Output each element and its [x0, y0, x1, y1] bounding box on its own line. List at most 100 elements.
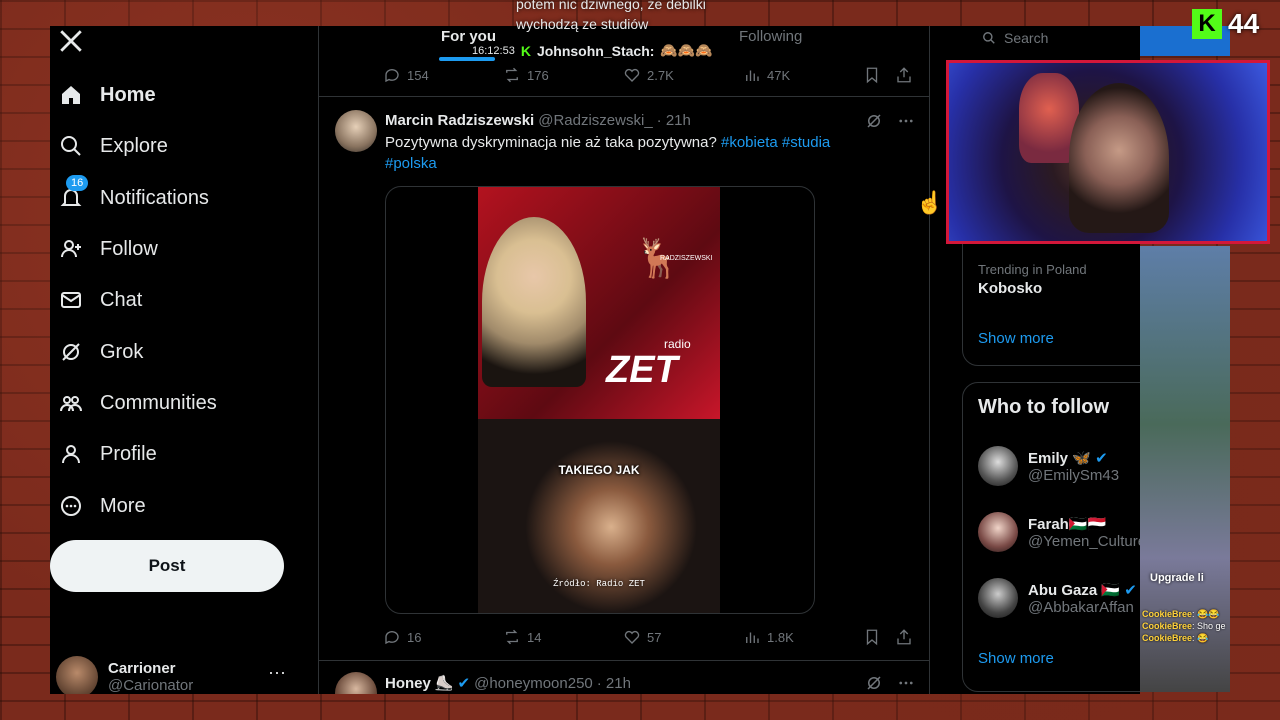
tweet-header: Honey ⛸️ ✔ @honeymoon250 · 21h: [385, 674, 631, 693]
retweet-count: 14: [527, 629, 542, 645]
search-icon: [983, 32, 995, 44]
divider: [319, 660, 929, 661]
sidebar-item-label: Explore: [100, 134, 168, 157]
reply-button[interactable]: 154: [383, 66, 503, 84]
sidebar-item-label: Profile: [100, 442, 157, 465]
name-emoji: 🦋: [1072, 449, 1091, 467]
more-options-icon[interactable]: [897, 674, 915, 692]
sidebar-item-home[interactable]: Home: [50, 73, 290, 117]
sidebar-item-explore[interactable]: Explore: [50, 124, 290, 168]
reply-icon: [385, 69, 399, 83]
reply-button[interactable]: 16: [383, 628, 503, 646]
sidebar-item-communities[interactable]: Communities: [50, 381, 290, 425]
sidebar-item-profile[interactable]: Profile: [50, 432, 290, 476]
tweet-time[interactable]: · 21h: [657, 112, 691, 129]
tweet-time[interactable]: · 21h: [597, 675, 631, 692]
kick-badge-icon: K: [520, 42, 531, 59]
sidebar-item-follow[interactable]: Follow: [50, 227, 290, 271]
share-icon[interactable]: [895, 628, 913, 646]
show-more-link[interactable]: Show more: [978, 650, 1054, 667]
share-icon[interactable]: [895, 66, 913, 84]
x-logo-icon[interactable]: [58, 28, 84, 54]
retweet-count: 176: [527, 67, 549, 83]
grok-icon: [58, 339, 84, 365]
bookmark-icon[interactable]: [863, 628, 881, 646]
viewer-count: 44: [1228, 8, 1260, 39]
more-options-icon[interactable]: [897, 112, 915, 130]
grok-icon[interactable]: [865, 112, 883, 130]
sidebar-item-label: Grok: [100, 340, 144, 363]
suggestion-handle: @EmilySm43: [1028, 466, 1120, 484]
follow-suggestion[interactable]: Abu Gaza 🇵🇸 ✔ @AbbakarAffan: [978, 576, 1140, 620]
sidebar-item-notifications[interactable]: 16 Notifications: [50, 175, 290, 220]
chat-message: 🙈🙈🙈: [660, 42, 713, 58]
heart-icon: [624, 630, 640, 644]
trend-name[interactable]: Kobosko: [978, 280, 1042, 297]
station-logo: ZET: [606, 349, 678, 391]
verified-badge-icon: ✔: [457, 675, 471, 692]
follow-suggestion[interactable]: Emily 🦋 ✔ @EmilySm43: [978, 444, 1140, 488]
hashtag-link[interactable]: #polska: [385, 155, 437, 172]
author-handle[interactable]: @Radziszewski_: [538, 112, 652, 129]
game-label: Upgrade li: [1150, 572, 1204, 584]
retweet-icon: [506, 67, 518, 83]
sidebar-item-more[interactable]: More: [50, 484, 290, 528]
notification-badge: 16: [66, 175, 89, 191]
account-switcher[interactable]: Carrioner @Carionator ···: [56, 652, 296, 694]
name-emoji: 🇵🇸: [1101, 581, 1121, 599]
sidebar-item-label: More: [100, 494, 146, 517]
trend-category: Trending in Poland: [978, 262, 1087, 277]
more-options-icon[interactable]: ···: [268, 662, 286, 683]
views-button[interactable]: 1.8K: [743, 628, 863, 646]
avatar[interactable]: [335, 672, 377, 694]
video-watermark: RADZISZEWSKI: [660, 255, 713, 262]
video-frame: 🦌 RADZISZEWSKI radio ZET TAKIEGO JAK Źró…: [478, 187, 720, 613]
views-icon: [746, 632, 759, 643]
post-button[interactable]: Post: [50, 540, 284, 592]
sidebar: Home Explore 16 Notifications Follow Cha…: [50, 26, 316, 694]
home-icon: [58, 82, 84, 108]
follow-icon: [58, 236, 84, 262]
sidebar-item-label: Home: [100, 83, 156, 106]
like-count: 2.7K: [647, 67, 674, 83]
views-icon: [746, 70, 759, 81]
hashtag-link[interactable]: #studia: [782, 134, 830, 151]
like-button[interactable]: 57: [623, 628, 743, 646]
avatar[interactable]: [335, 110, 377, 152]
bookmark-icon[interactable]: [863, 66, 881, 84]
sidebar-item-grok[interactable]: Grok: [50, 330, 290, 374]
retweet-button[interactable]: 176: [503, 66, 623, 84]
retweet-icon: [506, 629, 518, 645]
views-button[interactable]: 47K: [743, 66, 863, 84]
author-handle[interactable]: @honeymoon250: [474, 675, 593, 692]
tab-following[interactable]: Following: [739, 28, 802, 45]
hashtag-link[interactable]: #kobieta: [721, 134, 778, 151]
like-button[interactable]: 2.7K: [623, 66, 743, 84]
video-bottom-frame: TAKIEGO JAK Źródło: Radio ZET: [478, 419, 720, 613]
heart-icon: [624, 68, 640, 82]
chat-user: CookieBree: [1142, 609, 1193, 619]
sidebar-item-label: Communities: [100, 391, 217, 414]
avatar: [978, 446, 1018, 486]
author-name[interactable]: Marcin Radziszewski: [385, 112, 534, 129]
tweet-header: Marcin Radziszewski @Radziszewski_ · 21h: [385, 112, 691, 129]
retweet-button[interactable]: 14: [503, 628, 623, 646]
video-caption: TAKIEGO JAK: [558, 463, 640, 477]
chat-message-overlay: 16:12:53 K Johnsohn_Stach: 🙈🙈🙈: [472, 42, 713, 59]
who-to-follow-title: Who to follow: [978, 396, 1110, 418]
suggestion-name: Abu Gaza: [1028, 581, 1098, 599]
tweet-video[interactable]: 🦌 RADZISZEWSKI radio ZET TAKIEGO JAK Źró…: [385, 186, 815, 614]
verified-badge-icon: ✔: [1124, 581, 1137, 599]
overlay-line: wychodzą ze studiów: [516, 16, 649, 32]
search-input[interactable]: Search: [962, 26, 1140, 50]
stream-overlay-text: potem nic dziwnego, że debilki wychodzą …: [516, 0, 706, 34]
follow-suggestion[interactable]: Farah🇵🇸🇾🇪 @Yemen_Culture: [978, 510, 1140, 554]
show-more-link[interactable]: Show more: [978, 330, 1054, 347]
sidebar-item-chat[interactable]: Chat: [50, 278, 290, 322]
grok-icon[interactable]: [865, 674, 883, 692]
tweet-text: Pozytywna dyskryminacja nie aż taka pozy…: [385, 132, 885, 174]
author-name[interactable]: Honey: [385, 675, 431, 692]
reply-count: 16: [407, 629, 422, 645]
video-source: Źródło: Radio ZET: [553, 579, 645, 589]
more-icon: [58, 493, 84, 519]
